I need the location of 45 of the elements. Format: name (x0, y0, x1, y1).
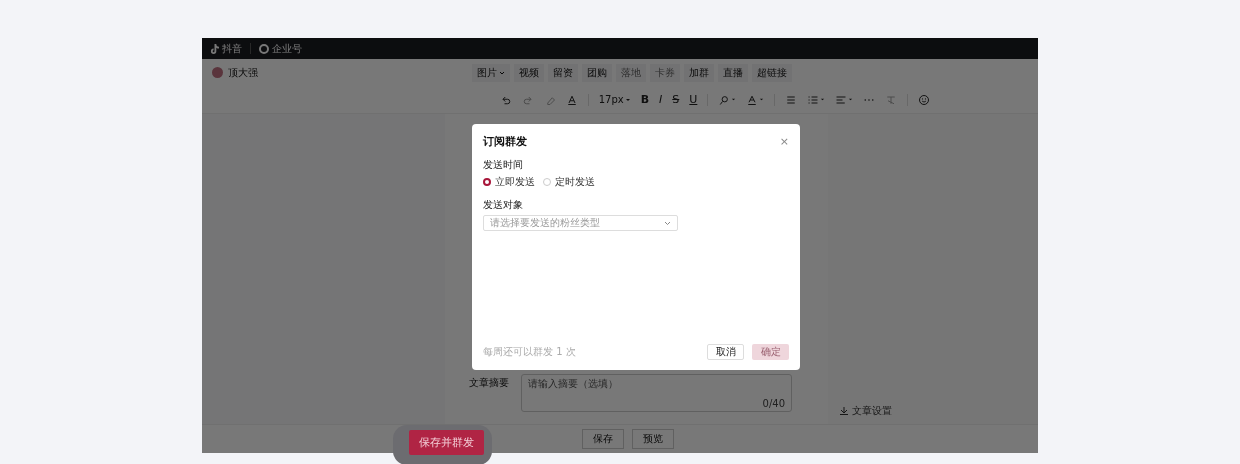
avatar (212, 67, 223, 78)
download-icon (840, 407, 848, 415)
text-format-icon[interactable] (565, 93, 578, 106)
char-counter: 0/40 (762, 398, 785, 409)
radio-label[interactable]: 立即发送 (495, 175, 535, 189)
list-icon[interactable] (785, 93, 798, 106)
insert-tab[interactable]: 加群 (684, 64, 714, 82)
summary-field[interactable]: 请输入摘要（选填） 0/40 (521, 374, 792, 412)
field-label: 发送时间 (483, 158, 524, 172)
summary-label: 文章摘要 (469, 376, 509, 390)
font-size-select[interactable]: 17px (598, 94, 631, 105)
close-button[interactable]: × (779, 135, 789, 148)
bold-button[interactable]: B (640, 93, 650, 106)
highlighter-icon[interactable] (718, 93, 737, 106)
settings-link[interactable]: 文章设置 (840, 404, 892, 418)
insert-tab[interactable]: 直播 (718, 64, 748, 82)
quota-note: 每周还可以群发 1 次 (483, 345, 577, 359)
italic-button[interactable]: I (659, 93, 663, 106)
radio-button[interactable] (483, 178, 491, 186)
footer-button[interactable]: 预览 (632, 429, 674, 449)
emoji-icon[interactable] (918, 93, 931, 106)
strikethrough-button[interactable]: S (672, 93, 680, 106)
insert-tab[interactable]: 留资 (548, 64, 578, 82)
field-label: 发送对象 (483, 198, 524, 212)
insert-tab[interactable]: 超链接 (752, 64, 792, 82)
ring-logo[interactable] (259, 43, 269, 54)
radio-label[interactable]: 定时发送 (555, 175, 595, 189)
music-note-logo[interactable] (210, 43, 219, 54)
insert-tab[interactable]: 视频 (514, 64, 544, 82)
insert-tab[interactable]: 图片 (472, 64, 510, 82)
save-and-send-button[interactable]: 保存并群发 (409, 430, 484, 455)
cancel-button[interactable]: 取消 (707, 344, 744, 360)
chevron-down-icon (664, 220, 671, 226)
brand-name[interactable]: 抖音 (222, 41, 242, 56)
bulleted-list-icon[interactable] (807, 93, 826, 106)
font-color-icon[interactable] (746, 93, 765, 106)
insert-tab[interactable]: 团购 (582, 64, 612, 82)
product-name[interactable]: 企业号 (272, 41, 302, 56)
target-select[interactable]: 请选择要发送的粉丝类型 (483, 215, 678, 231)
dialog-title: 订阅群发 (483, 134, 527, 149)
caret-icon (624, 96, 631, 103)
account-name: 顶大强 (228, 65, 258, 80)
footer-button[interactable]: 保存 (582, 429, 624, 449)
underline-button[interactable]: U (689, 93, 698, 106)
align-icon[interactable] (835, 93, 854, 106)
